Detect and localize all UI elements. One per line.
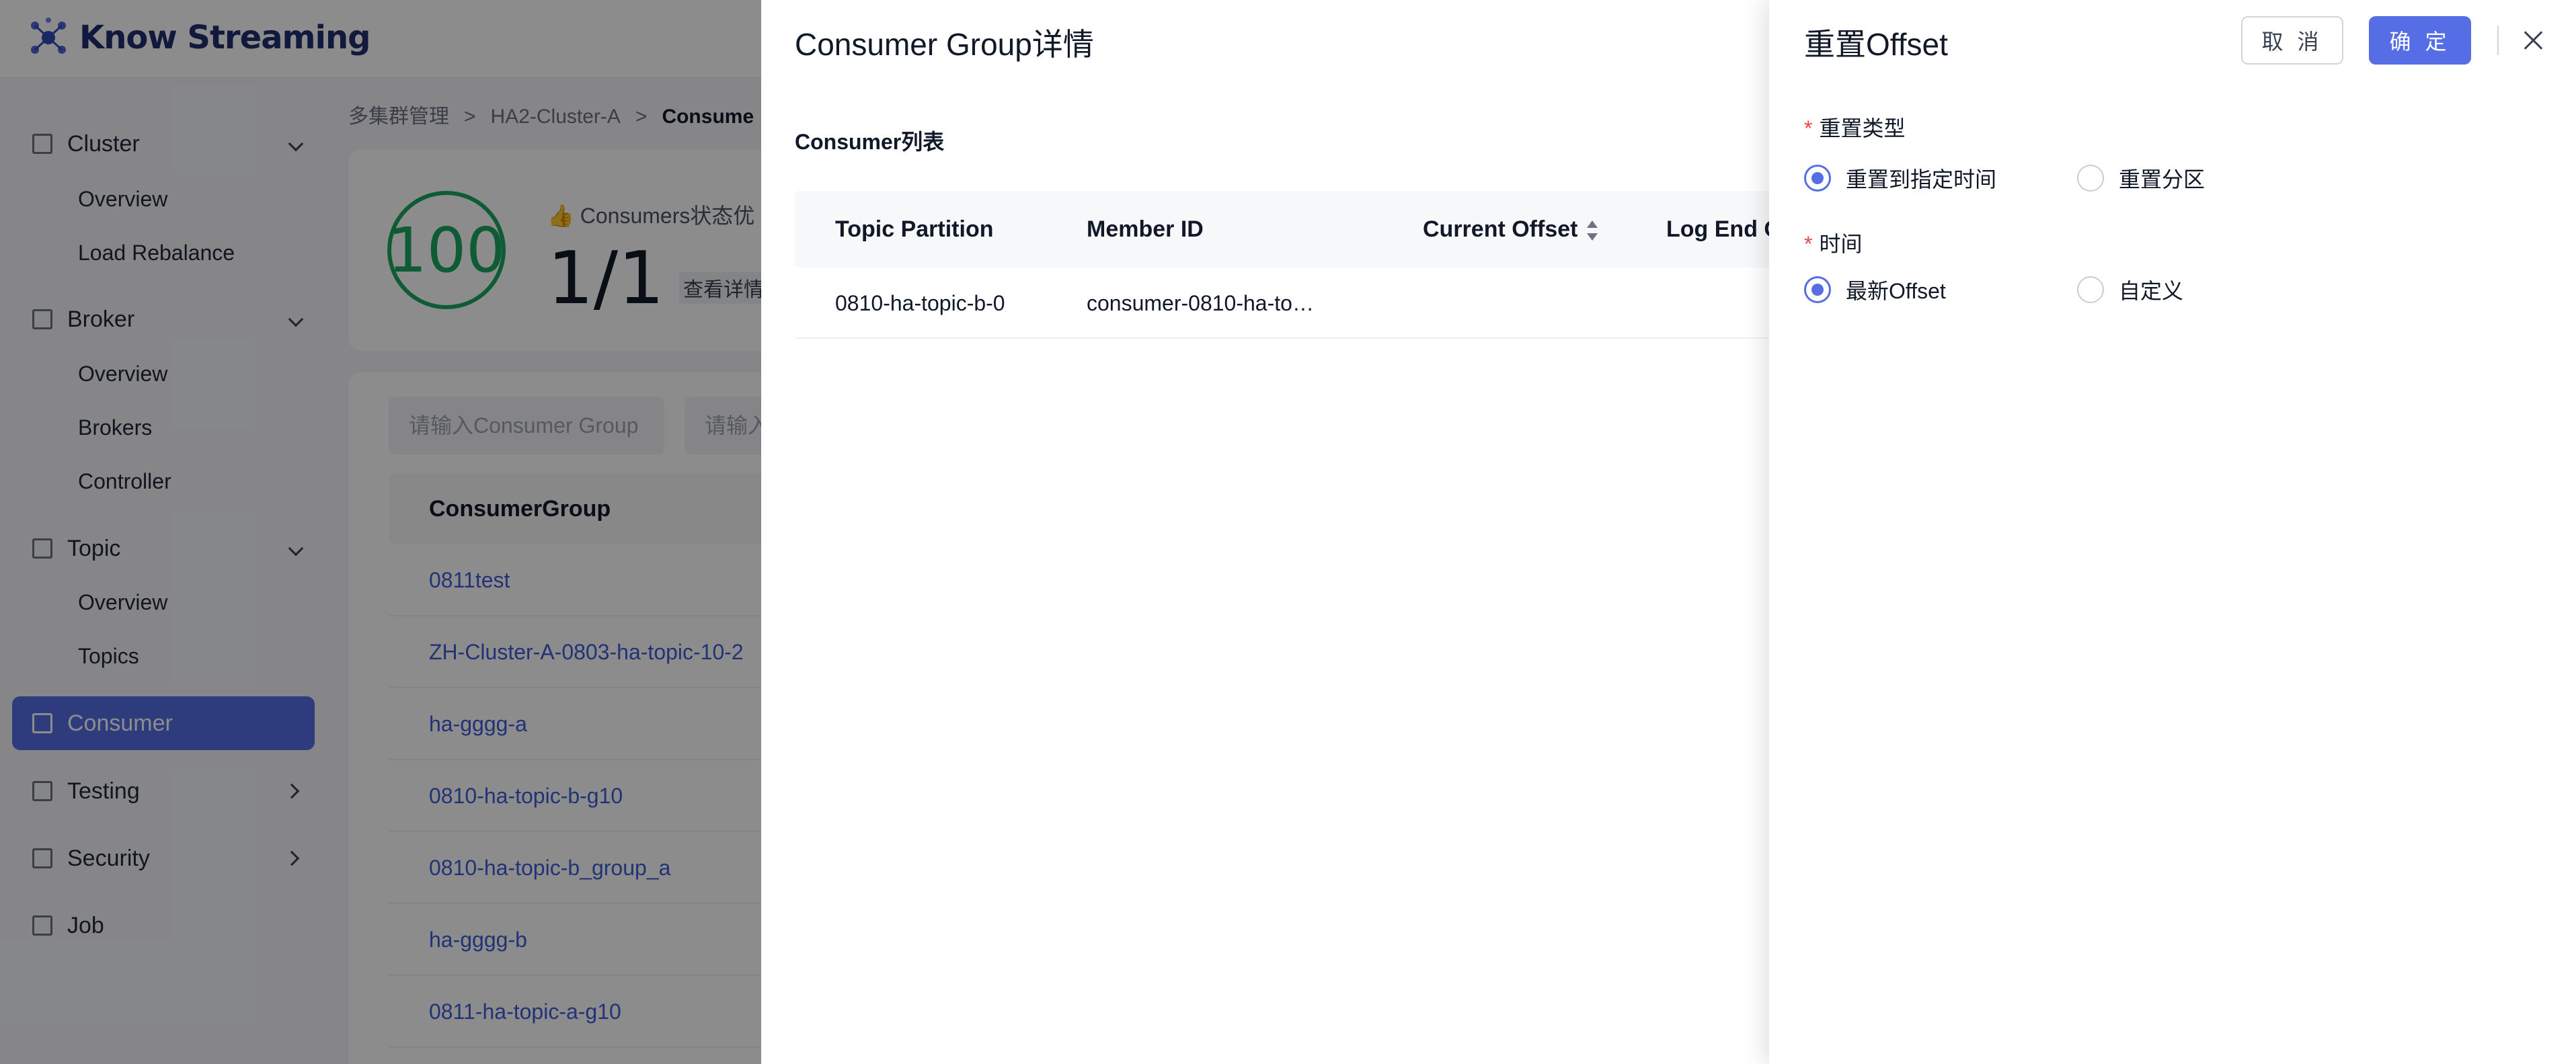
close-icon[interactable] (2521, 28, 2545, 52)
time-label-text: 时间 (1819, 232, 1863, 256)
radio-custom-time[interactable]: 自定义 (2077, 274, 2183, 305)
column-header-member-id: Member ID (1087, 216, 1204, 242)
required-mark: * (1804, 116, 1813, 140)
topic-partition-cell: 0810-ha-topic-b-0 (835, 291, 1005, 315)
radio-reset-to-time[interactable]: 重置到指定时间 (1804, 163, 1996, 194)
confirm-button[interactable]: 确 定 (2369, 16, 2471, 65)
column-header-label: Current Offset (1423, 216, 1578, 242)
column-header-log-end-offset: Log End O (1666, 216, 1782, 242)
cancel-button[interactable]: 取 消 (2241, 16, 2343, 65)
radio-checked-icon (1804, 276, 1831, 303)
radio-latest-offset[interactable]: 最新Offset (1804, 274, 1946, 305)
reset-offset-drawer: 重置Offset 取 消 确 定 * 重置类型 重置到指定时间 重置分区 * 时间 … (1769, 0, 2576, 1064)
radio-reset-partition[interactable]: 重置分区 (2077, 163, 2205, 194)
reset-type-label-text: 重置类型 (1819, 116, 1906, 140)
radio-label: 最新Offset (1846, 279, 1946, 303)
header-divider (2497, 26, 2499, 55)
reset-drawer-title: 重置Offset (1804, 27, 1948, 62)
column-header-topic-partition: Topic Partition (835, 216, 994, 242)
required-mark: * (1804, 232, 1813, 256)
radio-unchecked-icon (2077, 276, 2104, 303)
consumer-list-section-title: Consumer列表 (795, 130, 945, 154)
detail-drawer-title: Consumer Group详情 (795, 27, 1094, 62)
radio-checked-icon (1804, 165, 1831, 192)
reset-type-label: * 重置类型 (1804, 112, 1905, 142)
column-header-current-offset[interactable]: Current Offset (1423, 191, 1599, 268)
radio-label: 自定义 (2119, 279, 2184, 303)
radio-label: 重置到指定时间 (1846, 167, 1997, 192)
radio-label: 重置分区 (2119, 167, 2206, 192)
radio-unchecked-icon (2077, 165, 2104, 192)
member-id-cell: consumer-0810-ha-to… (1087, 291, 1314, 315)
sort-icon[interactable] (1586, 220, 1599, 241)
time-label: * 时间 (1804, 227, 1862, 258)
